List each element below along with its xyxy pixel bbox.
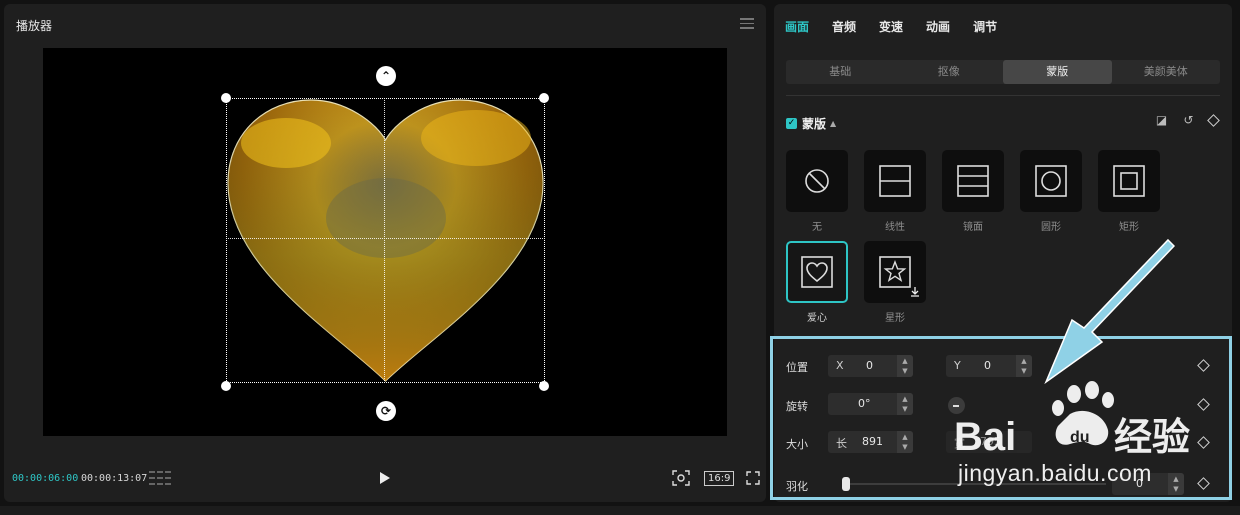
menu-icon[interactable]: [740, 18, 754, 29]
vertical-guide: [384, 98, 385, 383]
aspect-ratio-button[interactable]: 16:9: [704, 471, 735, 486]
position-y-field[interactable]: Y 0 ▲ ▼: [946, 355, 1032, 377]
player-title: 播放器: [16, 19, 53, 33]
rotate-label: 旋转: [786, 400, 808, 413]
star-icon: [879, 256, 911, 288]
mask-option-rect[interactable]: 矩形: [1098, 150, 1160, 233]
total-time: 00:00:13:07: [81, 473, 148, 484]
mask-option-label: 镜面: [963, 222, 983, 233]
mask-option-linear[interactable]: 线性: [864, 150, 926, 233]
rotate-stepper[interactable]: ▲ ▼: [897, 393, 913, 415]
mask-option-circle[interactable]: 圆形: [1020, 150, 1082, 233]
expand-icon[interactable]: ⌃: [376, 66, 396, 86]
mirror-icon: [957, 165, 989, 197]
position-label: 位置: [786, 361, 808, 374]
subtab-beauty[interactable]: 美颜美体: [1112, 60, 1221, 84]
mask-section-label: 蒙版: [802, 117, 827, 131]
reset-icon[interactable]: ↺: [1182, 114, 1195, 127]
resize-handle-bottom-right[interactable]: [539, 381, 549, 391]
mask-option-label: 线性: [885, 222, 905, 233]
subtab-cutout[interactable]: 抠像: [895, 60, 1004, 84]
y-stepper[interactable]: ▲ ▼: [1016, 355, 1032, 377]
feather-label: 羽化: [786, 480, 808, 493]
mask-option-star[interactable]: 星形: [864, 241, 926, 324]
mask-option-heart[interactable]: 爱心: [786, 241, 848, 324]
linear-icon: [879, 165, 911, 197]
length-value: 891: [862, 435, 883, 448]
length-stepper[interactable]: ▲ ▼: [897, 431, 913, 453]
resize-handle-top-left[interactable]: [221, 93, 231, 103]
play-icon[interactable]: [380, 472, 390, 484]
length-prefix: 长: [836, 437, 847, 450]
mask-option-label: 无: [812, 222, 822, 233]
rotate-icon[interactable]: ⟳: [376, 401, 396, 421]
svg-text:Bai: Bai: [954, 415, 1016, 459]
x-stepper[interactable]: ▲ ▼: [897, 355, 913, 377]
watermark-url: jingyan.baidu.com: [958, 460, 1152, 486]
none-icon: [805, 169, 829, 193]
resize-handle-bottom-left[interactable]: [221, 381, 231, 391]
annotation-arrow: [1044, 238, 1175, 385]
mask-enable-checkbox[interactable]: ✓: [786, 118, 797, 129]
size-length-field[interactable]: 长 891 ▲ ▼: [828, 431, 913, 453]
heart-icon: [801, 256, 833, 288]
player-panel: 播放器 ⌃ ⟳ 00:00:06:00 00:00:13:07 16:9: [4, 4, 766, 502]
download-icon[interactable]: [910, 287, 920, 297]
collapse-caret-icon[interactable]: ▲: [830, 119, 836, 128]
mask-option-label: 爱心: [807, 313, 827, 324]
subtab-mask[interactable]: 蒙版: [1003, 60, 1112, 84]
x-value: 0: [866, 359, 873, 372]
mask-option-label: 星形: [885, 313, 905, 324]
tab-animation[interactable]: 动画: [926, 18, 950, 35]
mask-option-mirror[interactable]: 镜面: [942, 150, 1004, 233]
mask-section-header: ✓ 蒙版 ▲: [786, 115, 836, 132]
subtab-basic[interactable]: 基础: [786, 60, 895, 84]
mask-option-none[interactable]: 无: [786, 150, 848, 233]
fullscreen-icon[interactable]: [746, 471, 760, 485]
section-actions: ◪ ↺: [1155, 114, 1220, 127]
x-prefix: X: [836, 359, 844, 372]
y-value: 0: [984, 359, 991, 372]
y-prefix: Y: [954, 359, 961, 372]
circle-icon: [1035, 165, 1067, 197]
grid-icon[interactable]: [149, 471, 171, 485]
tab-picture[interactable]: 画面: [785, 18, 809, 35]
video-canvas[interactable]: ⌃ ⟳: [43, 48, 727, 436]
focus-icon[interactable]: [672, 470, 690, 486]
rotate-field[interactable]: 0° ▲ ▼: [828, 393, 913, 415]
main-tabs: 画面 音频 变速 动画 调节: [785, 18, 1020, 35]
position-x-field[interactable]: X 0 ▲ ▼: [828, 355, 913, 377]
mask-option-label: 矩形: [1119, 222, 1139, 233]
resize-handle-top-right[interactable]: [539, 93, 549, 103]
keyframe-icon[interactable]: [1207, 114, 1220, 127]
horizontal-guide: [226, 238, 545, 239]
rotate-value: 0°: [858, 397, 871, 410]
divider: [786, 95, 1220, 96]
mask-option-label: 圆形: [1041, 222, 1061, 233]
current-time: 00:00:06:00: [12, 473, 79, 484]
svg-text:经验: 经验: [1114, 417, 1190, 459]
tab-speed[interactable]: 变速: [879, 18, 903, 35]
invert-icon[interactable]: ◪: [1155, 114, 1168, 127]
tab-audio[interactable]: 音频: [832, 18, 856, 35]
sub-tabs: 基础 抠像 蒙版 美颜美体: [786, 60, 1220, 84]
rect-icon: [1113, 165, 1145, 197]
bottom-strip: [0, 506, 1240, 515]
svg-text:du: du: [1070, 429, 1090, 446]
tab-adjust[interactable]: 调节: [973, 18, 997, 35]
size-label: 大小: [786, 438, 808, 451]
feather-slider-thumb[interactable]: [842, 477, 850, 491]
